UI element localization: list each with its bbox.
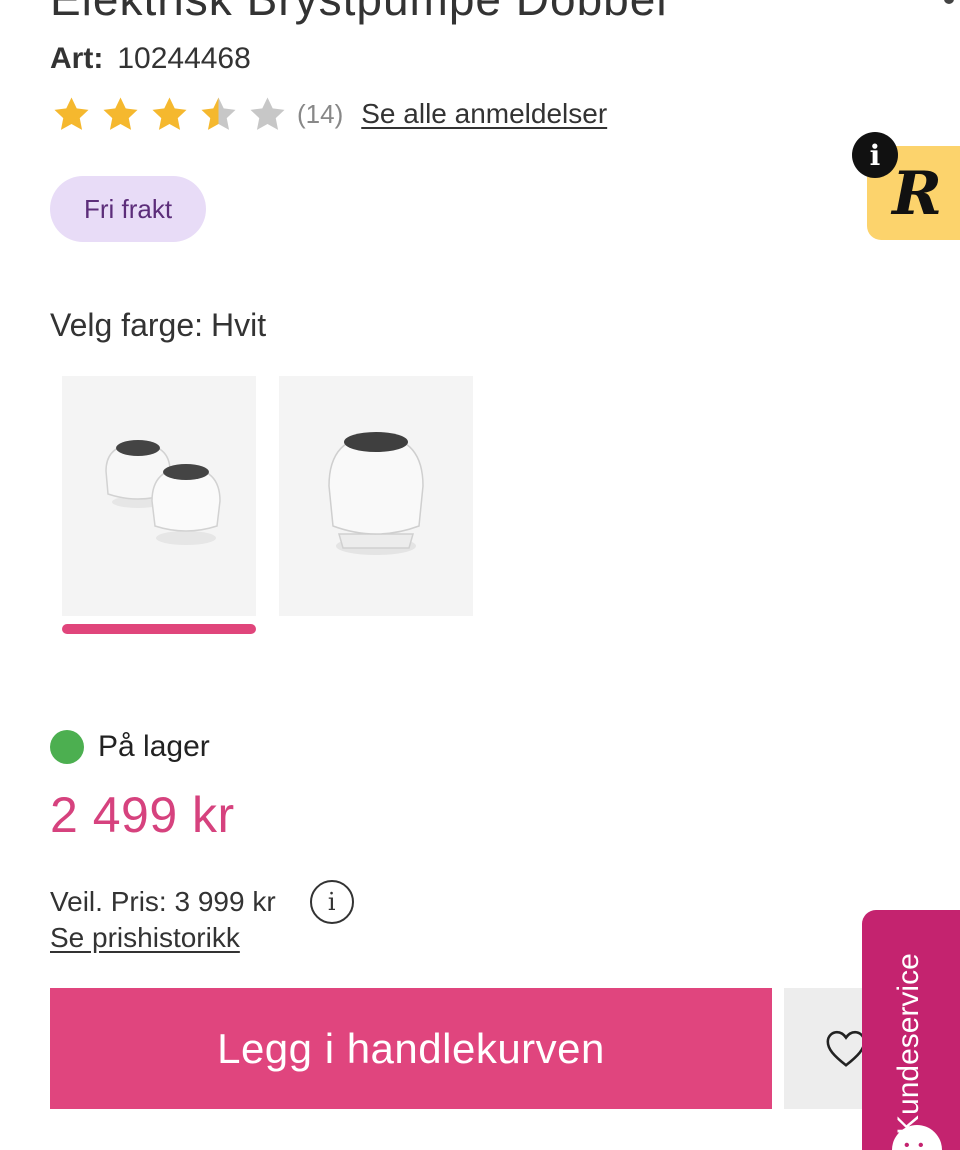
product-page: Elektrisk Brystpumpe Dobbel Art: 10244468… <box>0 0 960 1150</box>
star-rating <box>50 93 289 136</box>
product-title: Elektrisk Brystpumpe Dobbel <box>50 0 668 26</box>
recommended-price-row: Veil. Pris: 3 999 kr i <box>50 880 354 924</box>
star-half-icon <box>201 96 236 130</box>
reviews-widget[interactable]: R i <box>852 132 960 240</box>
review-count: (14) <box>297 98 344 129</box>
free-shipping-badge: Fri frakt <box>50 176 206 242</box>
recommended-price: Veil. Pris: 3 999 kr <box>50 886 276 917</box>
color-option-double-pump[interactable] <box>62 376 256 616</box>
article-label: Art: <box>50 42 104 75</box>
info-icon[interactable]: i <box>852 132 898 178</box>
article-number-row: Art: 10244468 <box>50 42 251 76</box>
customer-service-label: Kundeservice <box>892 953 925 1135</box>
chat-bubble-dots: • • <box>904 1137 926 1150</box>
selected-color: Hvit <box>211 307 267 343</box>
star-full-icon <box>152 96 187 130</box>
add-to-cart-button[interactable]: Legg i handlekurven <box>50 988 772 1109</box>
customer-service-tab[interactable]: Kundeservice • • <box>862 910 960 1150</box>
color-selector-label: Velg farge: Hvit <box>50 307 266 344</box>
double-pump-image <box>105 440 221 545</box>
color-option-single-pump[interactable] <box>279 376 473 616</box>
selected-variant-indicator <box>62 624 256 634</box>
stock-text: På lager <box>98 730 210 763</box>
single-pump-image <box>328 432 424 555</box>
rating-row: (14) Se alle anmeldelser <box>50 92 607 136</box>
star-full-icon <box>103 96 138 130</box>
see-all-reviews-link[interactable]: Se alle anmeldelser <box>361 98 607 130</box>
article-number: 10244468 <box>117 42 251 75</box>
price-info-icon[interactable]: i <box>309 880 354 924</box>
star-empty-icon <box>250 96 285 130</box>
star-full-icon <box>54 96 89 130</box>
in-stock-dot-icon <box>50 730 84 764</box>
color-label-text: Velg farge: <box>50 307 203 343</box>
stock-status: På lager <box>50 730 210 764</box>
current-price: 2 499 kr <box>50 787 235 843</box>
menu-dot-icon[interactable] <box>944 0 954 4</box>
price-history-link[interactable]: Se prishistorikk <box>50 922 240 954</box>
